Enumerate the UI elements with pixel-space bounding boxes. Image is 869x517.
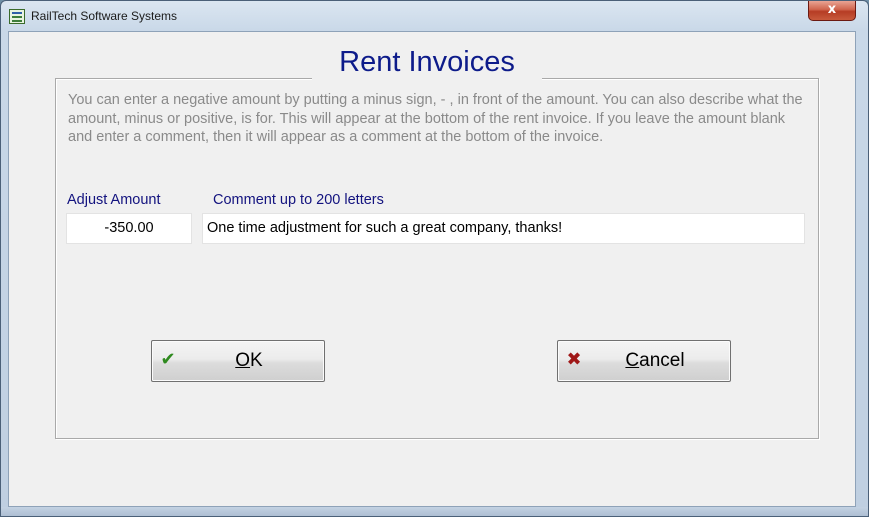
title-bar[interactable]: RailTech Software Systems x [1,1,868,31]
cancel-mnemonic: C [625,350,640,371]
adjust-amount-label: Adjust Amount [67,192,161,208]
window-title: RailTech Software Systems [31,9,178,23]
ok-label-rest: K [250,350,263,371]
close-button[interactable]: x [808,1,856,21]
ok-mnemonic: O [235,350,251,371]
cancel-button-label: Cancel [558,341,730,381]
adjust-amount-input[interactable]: -350.00 [66,213,192,244]
instructions-text: You can enter a negative amount by putti… [68,92,803,145]
comment-input[interactable]: One time adjustment for such a great com… [202,213,805,244]
comment-label: Comment up to 200 letters [213,192,384,208]
window-bottom-frame [1,507,868,516]
ok-button[interactable]: ✔ OK [151,340,325,382]
dialog-client-area: Rent Invoices You can enter a negative a… [8,31,856,507]
app-icon[interactable] [9,9,25,24]
ok-button-label: OK [152,341,324,381]
dialog-window: RailTech Software Systems x Rent Invoice… [0,0,869,517]
cancel-label-rest: ancel [639,350,685,371]
close-icon: x [827,2,837,17]
page-title: Rent Invoices [312,40,542,84]
cancel-button[interactable]: ✖ Cancel [557,340,731,382]
